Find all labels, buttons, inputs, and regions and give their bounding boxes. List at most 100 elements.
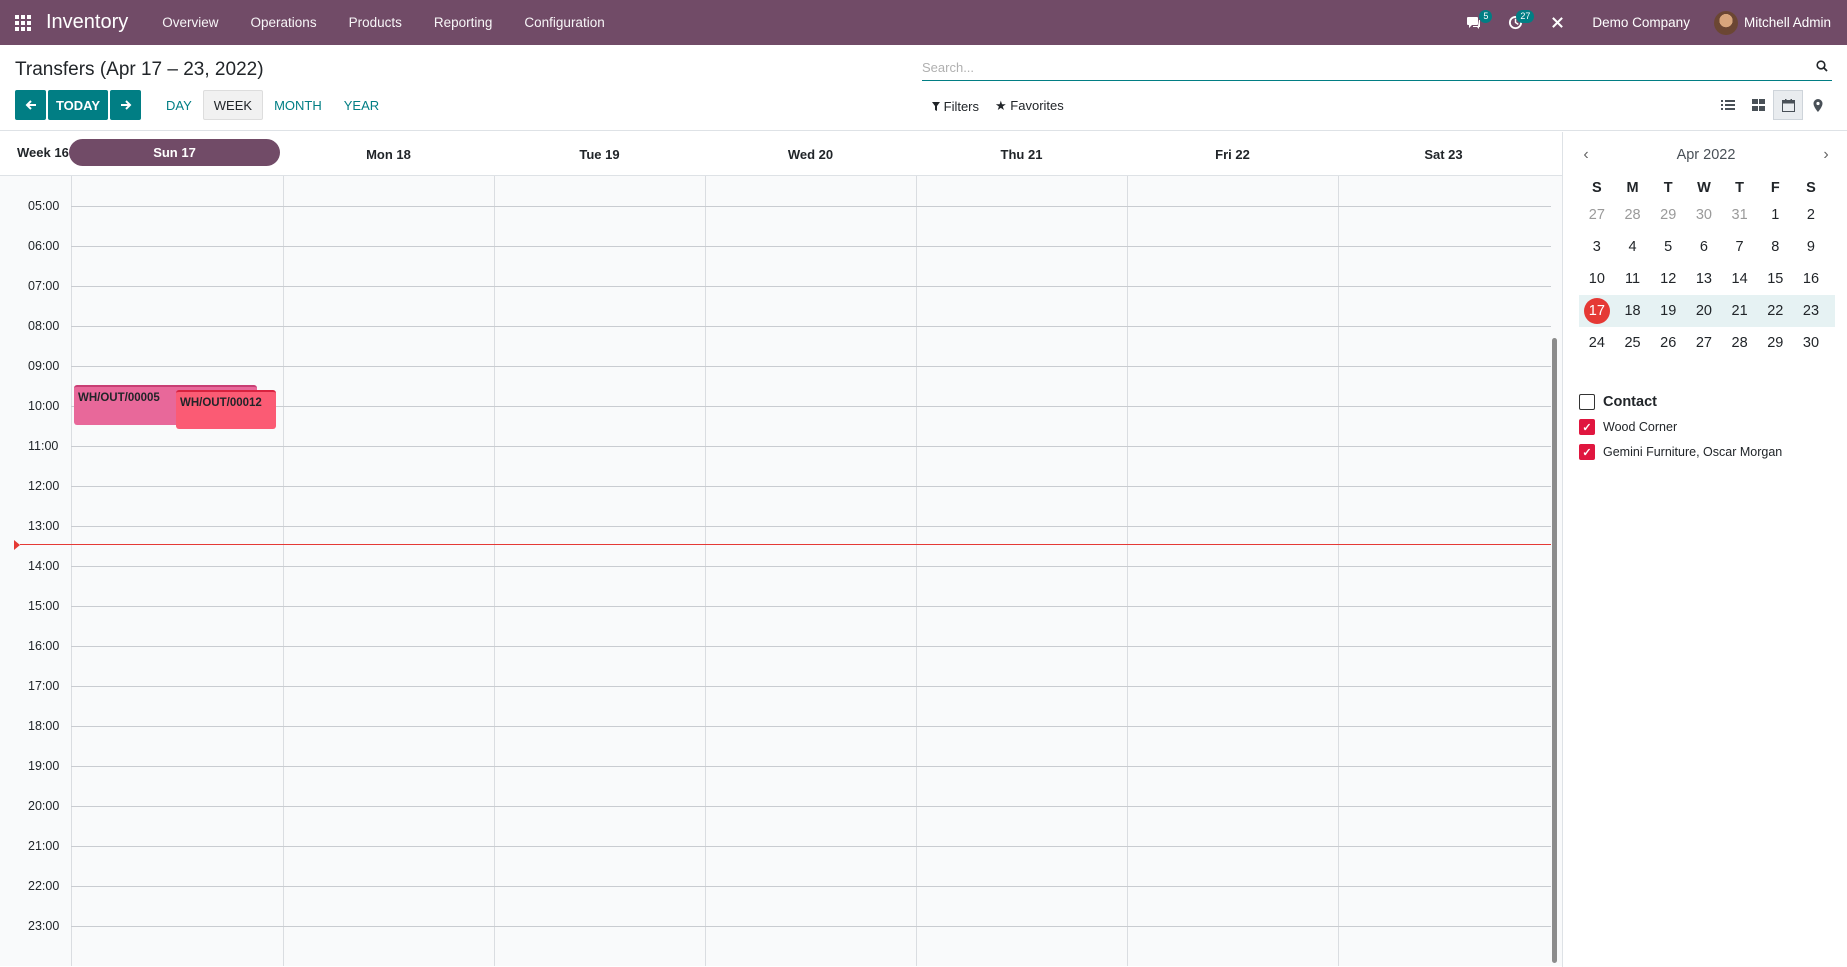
contact-filter-header[interactable]: Contact [1579, 394, 1839, 410]
menu-configuration[interactable]: Configuration [508, 0, 620, 45]
mini-calendar-day[interactable]: 3 [1579, 239, 1615, 255]
previous-button[interactable] [15, 90, 46, 120]
check-icon[interactable]: ✓ [1579, 419, 1595, 435]
check-icon[interactable]: ✓ [1579, 444, 1595, 460]
messages-icon[interactable]: 5 [1452, 0, 1494, 45]
messages-badge: 5 [1479, 10, 1493, 23]
search-input[interactable] [922, 60, 1816, 75]
day-header-fri[interactable]: Fri 22 [1127, 132, 1338, 176]
mini-calendar-day[interactable]: 5 [1650, 239, 1686, 255]
mini-calendar-day[interactable]: 28 [1615, 207, 1651, 223]
calendar-scrollbar[interactable] [1552, 338, 1557, 963]
mini-calendar-day[interactable]: 29 [1650, 207, 1686, 223]
chevron-right-icon[interactable]: › [1816, 146, 1836, 164]
calendar-event[interactable]: WH/OUT/00012 [176, 390, 276, 429]
mini-calendar-day[interactable]: 25 [1615, 335, 1651, 351]
scale-year-button[interactable]: YEAR [333, 90, 390, 120]
top-navbar: Inventory Overview Operations Products R… [0, 0, 1847, 45]
day-header-thu[interactable]: Thu 21 [916, 132, 1127, 176]
menu-reporting[interactable]: Reporting [418, 0, 509, 45]
filter-item-gemini-furniture[interactable]: ✓ Gemini Furniture, Oscar Morgan [1579, 444, 1839, 460]
calendar-view-icon[interactable] [1773, 90, 1803, 120]
mini-calendar-day[interactable]: 6 [1686, 239, 1722, 255]
hour-line [71, 206, 1551, 207]
scale-week-button[interactable]: WEEK [202, 90, 264, 120]
weekday-label: F [1770, 180, 1780, 196]
day-header-sat[interactable]: Sat 23 [1338, 132, 1549, 176]
activities-clock-icon[interactable]: 27 [1494, 0, 1536, 45]
debug-tools-icon[interactable] [1536, 0, 1578, 45]
today-button[interactable]: TODAY [48, 90, 108, 120]
mini-calendar-day[interactable]: 13 [1686, 271, 1722, 287]
kanban-view-icon[interactable] [1743, 90, 1773, 120]
day-header-wed[interactable]: Wed 20 [705, 132, 916, 176]
chevron-left-icon[interactable]: ‹ [1576, 146, 1596, 164]
menu-products[interactable]: Products [333, 0, 418, 45]
avatar [1713, 10, 1738, 35]
apps-menu-icon[interactable] [0, 0, 46, 45]
mini-calendar-day[interactable]: 15 [1757, 271, 1793, 287]
mini-calendar-day[interactable]: 31 [1722, 207, 1758, 223]
mini-calendar-day[interactable]: 29 [1757, 335, 1793, 351]
company-switcher[interactable]: Demo Company [1578, 15, 1714, 30]
day-header-tue[interactable]: Tue 19 [494, 132, 705, 176]
mini-calendar-day[interactable]: 19 [1650, 303, 1686, 319]
next-button[interactable] [110, 90, 141, 120]
weekday-label: M [1626, 180, 1639, 196]
mini-calendar-day[interactable]: 27 [1686, 335, 1722, 351]
user-menu[interactable]: Mitchell Admin [1713, 10, 1847, 35]
mini-calendar-day[interactable]: 30 [1793, 335, 1829, 351]
day-column-divider [916, 176, 917, 966]
mini-calendar-day[interactable]: 23 [1793, 303, 1829, 319]
mini-calendar-day[interactable]: 27 [1579, 207, 1615, 223]
filters-button[interactable]: Filters [932, 99, 979, 114]
hour-line [71, 446, 1551, 447]
mini-calendar-day[interactable]: 1 [1757, 207, 1793, 223]
mini-calendar-today[interactable]: 17 [1579, 298, 1615, 324]
mini-calendar-day[interactable]: 28 [1722, 335, 1758, 351]
mini-calendar-day[interactable]: 10 [1579, 271, 1615, 287]
hour-label: 22:00 [28, 879, 60, 893]
hour-line [71, 806, 1551, 807]
mini-calendar-day[interactable]: 21 [1722, 303, 1758, 319]
search-icon[interactable] [1816, 60, 1832, 75]
current-time-line [20, 544, 1551, 545]
mini-calendar-day[interactable]: 12 [1650, 271, 1686, 287]
mini-calendar-day[interactable]: 16 [1793, 271, 1829, 287]
mini-calendar: S M T W T F S 27 28 29 30 31 1 2 3 4 5 6… [1579, 177, 1835, 359]
menu-overview[interactable]: Overview [146, 0, 234, 45]
mini-calendar-day[interactable]: 8 [1757, 239, 1793, 255]
app-name[interactable]: Inventory [46, 11, 128, 34]
mini-calendar-day[interactable]: 18 [1615, 303, 1651, 319]
list-view-icon[interactable] [1713, 90, 1743, 120]
filter-item-wood-corner[interactable]: ✓ Wood Corner [1579, 419, 1839, 435]
weekday-label: W [1697, 180, 1711, 196]
time-grid[interactable]: 05:00 06:00 07:00 08:00 09:00 10:00 11:0… [0, 176, 1562, 966]
day-column-divider [1127, 176, 1128, 966]
arrow-right-icon [120, 100, 131, 110]
mini-calendar-day[interactable]: 11 [1615, 271, 1651, 287]
mini-calendar-day[interactable]: 20 [1686, 303, 1722, 319]
scale-day-button[interactable]: DAY [155, 90, 203, 120]
mini-calendar-day[interactable]: 30 [1686, 207, 1722, 223]
day-header-mon[interactable]: Mon 18 [283, 132, 494, 176]
map-view-icon[interactable] [1803, 90, 1833, 120]
mini-calendar-day[interactable]: 9 [1793, 239, 1829, 255]
mini-calendar-day[interactable]: 26 [1650, 335, 1686, 351]
arrow-left-icon [25, 100, 36, 110]
hour-line [71, 846, 1551, 847]
scale-month-button[interactable]: MONTH [263, 90, 333, 120]
mini-calendar-day[interactable]: 22 [1757, 303, 1793, 319]
activities-badge: 27 [1516, 10, 1535, 23]
favorites-button[interactable]: ★ Favorites [995, 98, 1064, 114]
mini-calendar-day[interactable]: 14 [1722, 271, 1758, 287]
menu-operations[interactable]: Operations [235, 0, 333, 45]
mini-calendar-day[interactable]: 7 [1722, 239, 1758, 255]
mini-calendar-day[interactable]: 4 [1615, 239, 1651, 255]
mini-calendar-day[interactable]: 2 [1793, 207, 1829, 223]
day-header-sun[interactable]: Sun 17 [69, 139, 280, 166]
mini-calendar-day[interactable]: 24 [1579, 335, 1615, 351]
star-icon: ★ [995, 98, 1007, 113]
contact-select-all-checkbox[interactable] [1579, 394, 1595, 410]
day-column-divider [1338, 176, 1339, 966]
